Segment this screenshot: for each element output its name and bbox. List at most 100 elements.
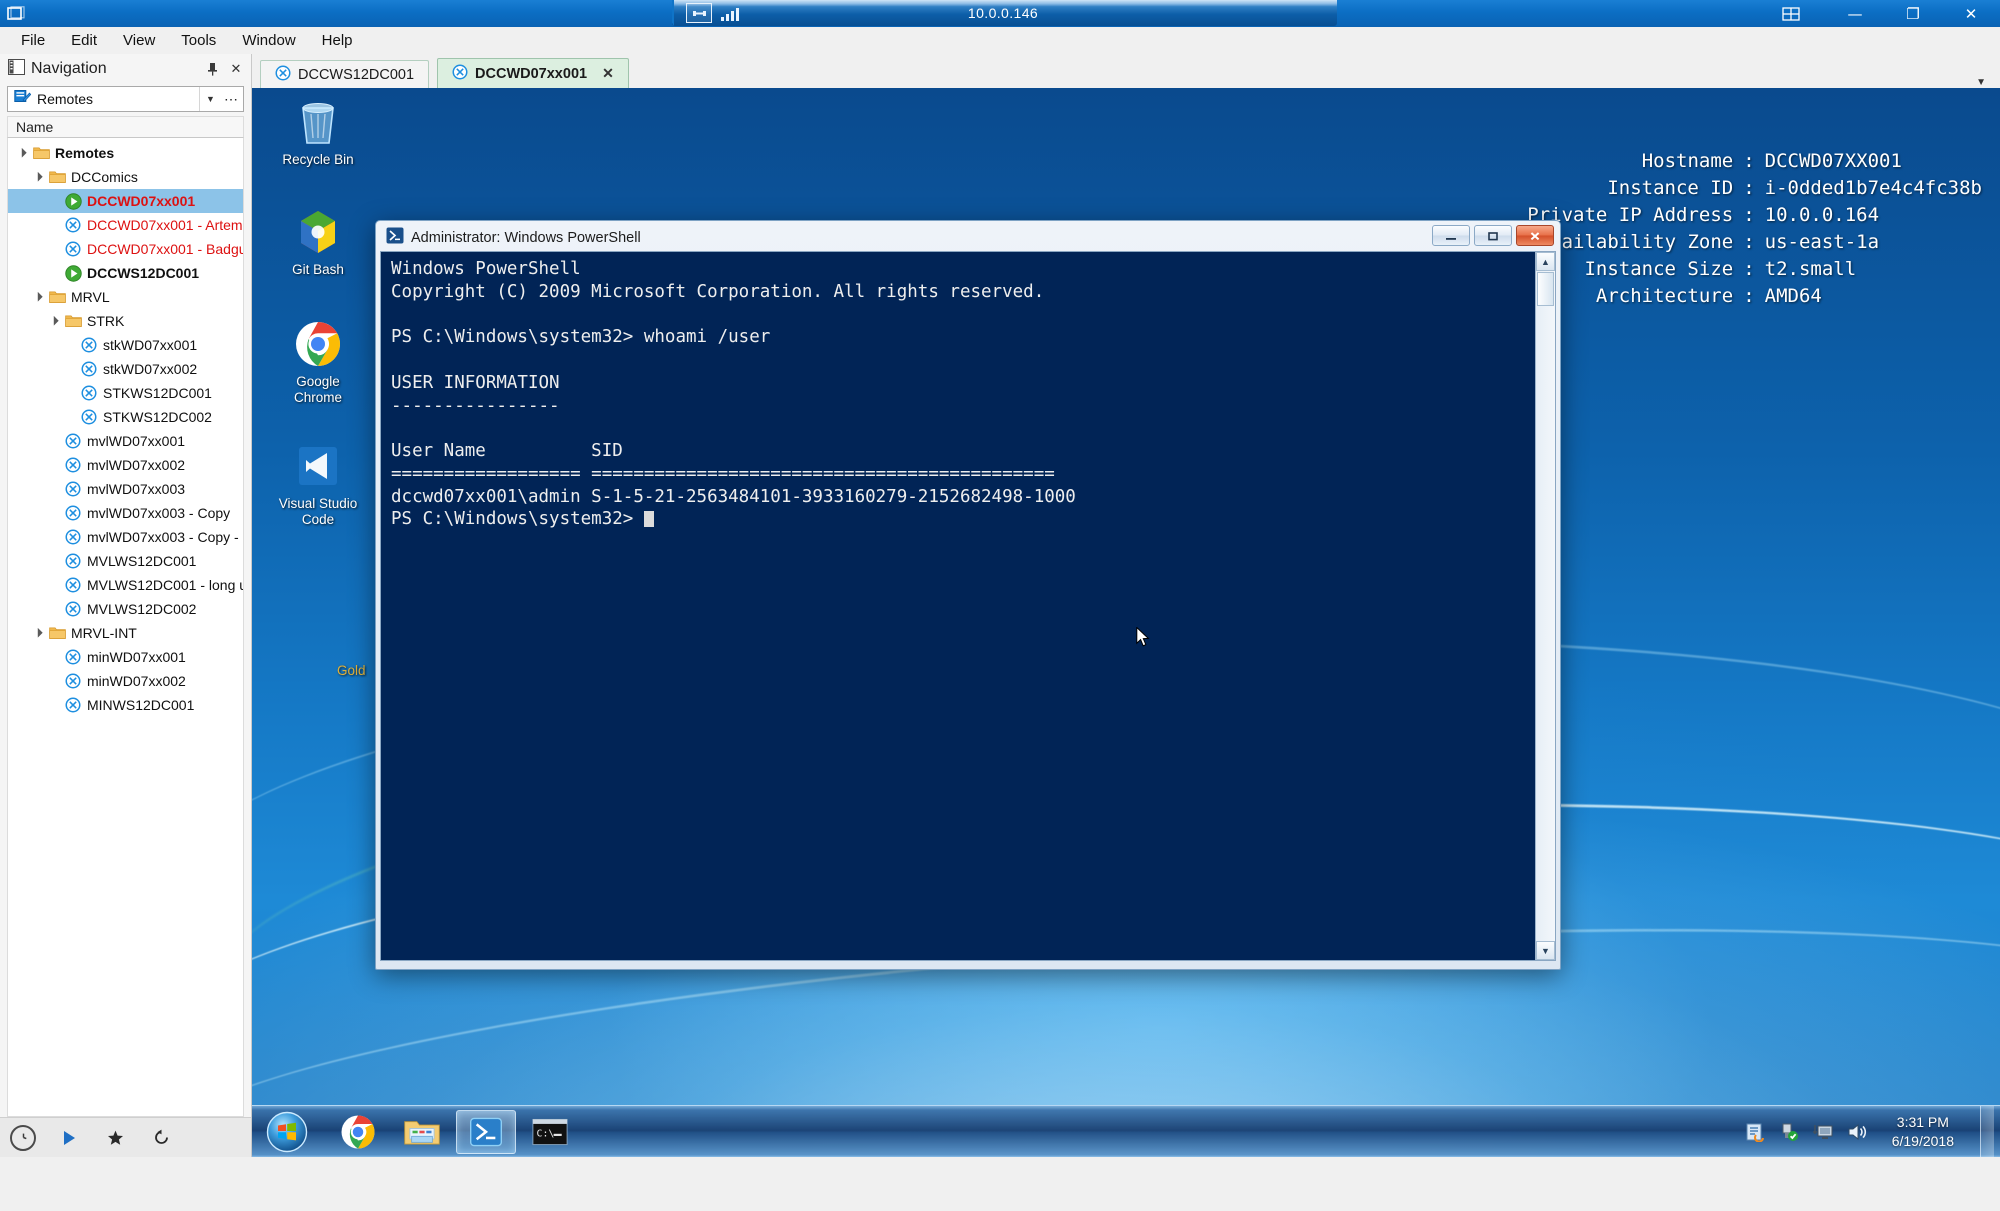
taskbar-clock[interactable]: 3:31 PM 6/19/2018 <box>1880 1113 1966 1151</box>
tree-item-minwd07xx001[interactable]: minWD07xx001 <box>8 645 243 669</box>
tree-item-minwd07xx002[interactable]: minWD07xx002 <box>8 669 243 693</box>
tree-expander-icon[interactable]: ◢ <box>29 624 47 642</box>
minimize-button[interactable]: — <box>1826 0 1884 27</box>
safely-remove-hardware-icon[interactable] <box>1778 1121 1800 1143</box>
taskbar-item-chrome[interactable] <box>328 1110 388 1154</box>
connection-icon <box>452 63 468 84</box>
clock-icon[interactable] <box>10 1124 36 1151</box>
desktop-icon-recycle-bin[interactable]: Recycle Bin <box>270 96 366 168</box>
bginfo-colon: : <box>1743 203 1755 226</box>
desktop-icon-git-bash[interactable]: Git Bash <box>270 206 366 278</box>
remote-desktop-canvas[interactable]: Recycle Bin Git Bash Google Chrome Visua… <box>252 88 2000 1157</box>
connection-icon <box>62 457 84 473</box>
desktop-icon-google-chrome[interactable]: Google Chrome <box>270 318 366 405</box>
ellipsis-icon[interactable]: ⋯ <box>221 91 241 108</box>
remotes-tree[interactable]: ◢ Remotes ◢ DCComics DCCWD07xx001 DCCWD07xx00… <box>7 138 244 1117</box>
tree-item-mvlwd07xx003[interactable]: mvlWD07xx003 <box>8 477 243 501</box>
tree-item-stkws12dc002[interactable]: STKWS12DC002 <box>8 405 243 429</box>
tree-item-minws12dc001[interactable]: MINWS12DC001 <box>8 693 243 717</box>
navigation-panel: Navigation ✕ Remotes ▼ ⋯ Name ◢ Remotes … <box>0 54 252 1157</box>
remotes-filter-value: Remotes <box>37 91 94 107</box>
menu-item-window[interactable]: Window <box>229 29 308 52</box>
remotes-filter-dropdown[interactable]: Remotes ▼ ⋯ <box>7 86 244 112</box>
menu-item-view[interactable]: View <box>110 29 168 52</box>
star-icon[interactable] <box>102 1125 128 1151</box>
scrollbar-thumb[interactable] <box>1537 272 1554 306</box>
tab-label: DCCWS12DC001 <box>298 66 415 83</box>
close-icon[interactable]: ✕ <box>227 59 245 79</box>
powershell-minimize-button[interactable] <box>1432 225 1470 246</box>
tree-item-dccwd07xx001-artem[interactable]: DCCWD07xx001 - Artem <box>8 213 243 237</box>
tree-item-stkwd07xx002[interactable]: stkWD07xx002 <box>8 357 243 381</box>
powershell-window[interactable]: Administrator: Windows PowerShell Window… <box>375 220 1561 970</box>
powershell-console-body[interactable]: Windows PowerShell Copyright (C) 2009 Mi… <box>380 251 1556 961</box>
tree-item-mvlwd07xx003-copy[interactable]: mvlWD07xx003 - Copy - ... <box>8 525 243 549</box>
tree-item-dccws12dc001[interactable]: DCCWS12DC001 <box>8 261 243 285</box>
tree-expander-icon[interactable]: ◢ <box>13 144 31 162</box>
tree-item-remotes[interactable]: ◢ Remotes <box>8 141 243 165</box>
play-icon[interactable] <box>56 1125 82 1151</box>
menu-item-tools[interactable]: Tools <box>168 29 229 52</box>
taskbar-item-powershell[interactable] <box>456 1109 516 1154</box>
show-desktop-button[interactable] <box>1980 1105 1994 1157</box>
pin-icon[interactable] <box>203 59 221 79</box>
tree-item-mvlws12dc002[interactable]: MVLWS12DC002 <box>8 597 243 621</box>
tree-item-stkwd07xx001[interactable]: stkWD07xx001 <box>8 333 243 357</box>
tree-expander-icon[interactable]: ◢ <box>29 168 47 186</box>
system-tray: 3:31 PM 6/19/2018 <box>1744 1105 2000 1157</box>
tab-overflow-chevron-down-icon[interactable]: ▼ <box>1976 77 2000 88</box>
tree-item-mvlwd07xx001[interactable]: mvlWD07xx001 <box>8 429 243 453</box>
tab-dccws12dc001[interactable]: DCCWS12DC001 <box>260 60 430 88</box>
pin-icon[interactable] <box>686 3 712 23</box>
tree-item-label: stkWD07xx002 <box>103 361 198 377</box>
grid-view-icon[interactable] <box>1768 0 1814 27</box>
action-center-icon[interactable] <box>1744 1121 1766 1143</box>
tree-item-mrvl-int[interactable]: ◢ MRVL-INT <box>8 621 243 645</box>
connection-icon <box>62 577 84 593</box>
maximize-button[interactable]: ❐ <box>1884 0 1942 27</box>
tree-item-label: STKWS12DC002 <box>103 409 212 425</box>
tab-close-icon[interactable]: ✕ <box>602 65 614 82</box>
tree-item-mvlwd07xx002[interactable]: mvlWD07xx002 <box>8 453 243 477</box>
google-chrome-icon <box>292 318 344 370</box>
desktop-icon-vscode[interactable]: Visual Studio Code <box>270 440 366 527</box>
menu-item-file[interactable]: File <box>8 29 58 52</box>
desktop-icon-label: Git Bash <box>292 262 344 277</box>
powershell-maximize-button[interactable] <box>1474 225 1512 246</box>
vscode-icon <box>292 440 344 492</box>
tree-item-label: DCCWS12DC001 <box>87 265 200 281</box>
menu-item-edit[interactable]: Edit <box>58 29 110 52</box>
taskbar-item-command-prompt[interactable]: C:\ <box>520 1110 580 1154</box>
connection-icon <box>62 553 84 569</box>
taskbar-item-file-explorer[interactable] <box>392 1110 452 1154</box>
taskbar-items: C:\ <box>328 1109 580 1154</box>
menu-item-help[interactable]: Help <box>309 29 366 52</box>
triangle-down-icon[interactable]: ▼ <box>1536 941 1555 960</box>
bginfo-value: AMD64 <box>1764 284 1822 307</box>
triangle-up-icon[interactable]: ▲ <box>1536 252 1555 271</box>
tree-item-mrvl[interactable]: ◢ MRVL <box>8 285 243 309</box>
powershell-close-button[interactable] <box>1516 225 1554 246</box>
tree-item-strk[interactable]: ◢ STRK <box>8 309 243 333</box>
tree-item-dccwd07xx001-badgu[interactable]: DCCWD07xx001 - Badgu... <box>8 237 243 261</box>
tree-item-mvlws12dc001[interactable]: MVLWS12DC001 <box>8 549 243 573</box>
tree-item-mvlws12dc001-long-user[interactable]: MVLWS12DC001 - long user <box>8 573 243 597</box>
tree-item-label: DCCWD07xx001 - Badgu... <box>87 241 244 257</box>
chevron-down-icon[interactable]: ▼ <box>199 87 221 111</box>
navigation-footer <box>0 1117 251 1157</box>
tab-dccwd07xx001[interactable]: DCCWD07xx001 ✕ <box>437 58 629 88</box>
windows-start-orb-icon[interactable] <box>256 1108 318 1156</box>
remotes-icon <box>10 89 32 109</box>
tree-item-dccwd07xx001[interactable]: DCCWD07xx001 <box>8 189 243 213</box>
bginfo-value: t2.small <box>1764 257 1857 280</box>
history-icon[interactable] <box>148 1125 174 1151</box>
network-icon[interactable] <box>1812 1121 1834 1143</box>
close-button[interactable]: ✕ <box>1942 0 2000 27</box>
powershell-scrollbar[interactable]: ▲ ▼ <box>1535 252 1555 960</box>
tree-item-dccomics[interactable]: ◢ DCComics <box>8 165 243 189</box>
tree-item-mvlwd07xx003-copy[interactable]: mvlWD07xx003 - Copy <box>8 501 243 525</box>
tree-expander-icon[interactable]: ◢ <box>29 288 47 306</box>
volume-icon[interactable] <box>1846 1121 1868 1143</box>
tree-item-stkws12dc001[interactable]: STKWS12DC001 <box>8 381 243 405</box>
tree-expander-icon[interactable]: ◢ <box>45 312 63 330</box>
